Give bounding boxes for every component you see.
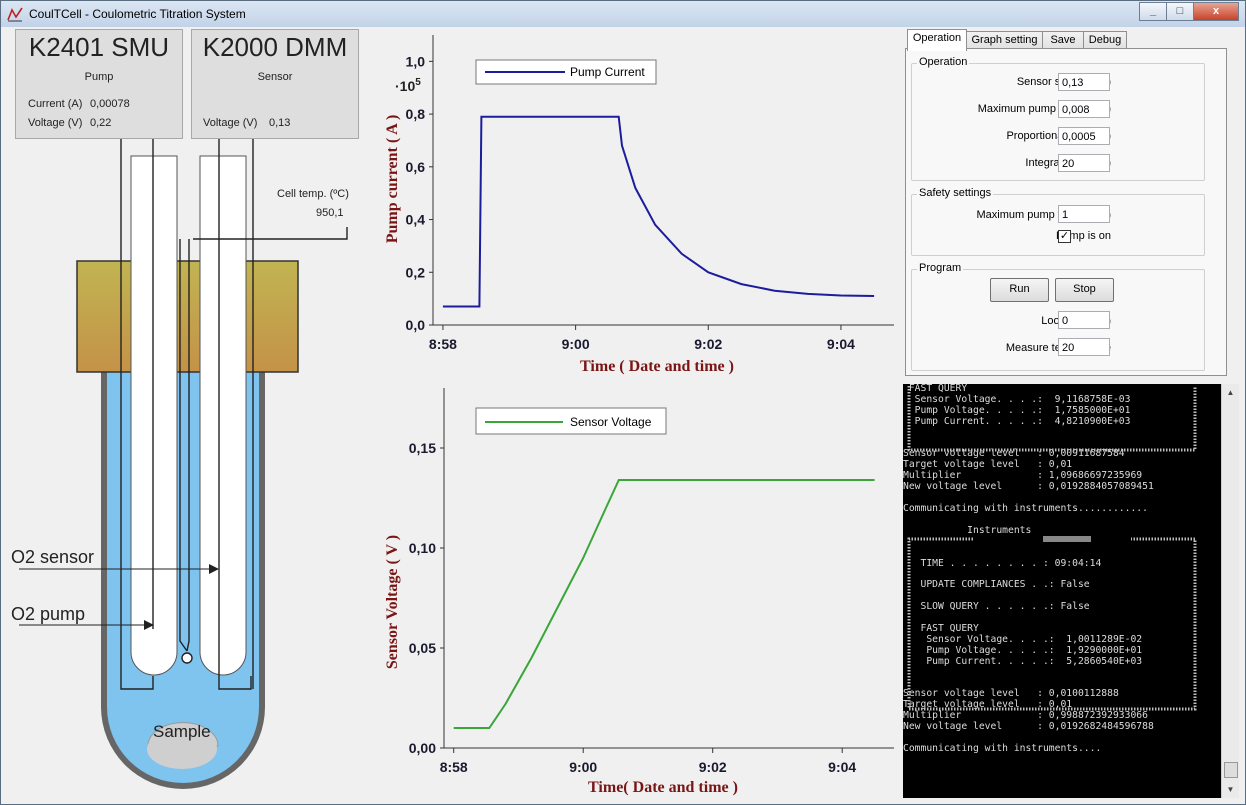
- o2-sensor-label: O2 sensor: [11, 547, 95, 567]
- y-tick-label: 1,0: [406, 53, 426, 69]
- sensor-voltage-graph[interactable]: 0,00 0,05 0,10 0,15 8:58 9:00 9:02 9:04 Sensor…: [367, 385, 897, 798]
- y-tick-label: 0,05: [409, 640, 436, 656]
- program-group-title: Program: [917, 262, 964, 274]
- x-tick-label: 9:00: [562, 336, 590, 352]
- x-tick-label: 8:58: [429, 336, 457, 352]
- run-button[interactable]: Run: [990, 278, 1049, 302]
- cell-diagram: [19, 131, 348, 789]
- app-chart-icon: [7, 7, 23, 22]
- smu-current-value: 0,00078: [90, 98, 130, 110]
- x-tick-label: 9:02: [694, 336, 722, 352]
- dmm-name: K2000 DMM: [202, 32, 348, 62]
- pump-y-label: Pump current ( A ): [384, 115, 401, 244]
- x-tick-label: 9:04: [828, 759, 856, 775]
- pump-tube: [130, 155, 178, 676]
- pump-y-ticks: 0,0 0,2 0,4 0,6 0,8 1,0: [406, 53, 433, 333]
- client-area: K2401 SMU Pump Current (A) 0,00078 Volta…: [7, 27, 1239, 798]
- pump-on-checkbox[interactable]: ✓: [1058, 230, 1071, 243]
- pump-current-series: [442, 115, 875, 308]
- y-tick-label: 0,00: [409, 740, 436, 756]
- dmm-panel: K2000 DMM Sensor Voltage (V) 0,13: [191, 29, 359, 139]
- cell-temp-value: 950,1: [316, 207, 344, 219]
- dmm-voltage-value: 0,13: [269, 117, 291, 129]
- max-pump-current-input[interactable]: 0,008: [1058, 100, 1110, 118]
- scroll-thumb[interactable]: [1224, 762, 1238, 778]
- x-tick-label: 8:58: [440, 759, 468, 775]
- maximize-icon: □: [1176, 5, 1184, 17]
- scroll-up-icon[interactable]: ▲: [1222, 384, 1239, 401]
- operation-group: Operation Sensor setpoint (V) 0,13 Maxim…: [911, 56, 1205, 181]
- smu-current-label: Current (A): [28, 98, 83, 110]
- sensor-y-ticks: 0,00 0,05 0,10 0,15: [409, 440, 444, 756]
- sensor-y-label: Sensor Voltage ( V ): [384, 535, 401, 669]
- y-tick-label: 0,6: [406, 159, 426, 175]
- pump-y-multiplier: ·105: [395, 77, 421, 94]
- program-group: Program Run Stop Loop delay (s) 0 Measur…: [911, 262, 1205, 371]
- y-tick-label: 0,4: [406, 212, 426, 228]
- y-tick-label: 0,8: [406, 106, 426, 122]
- dmm-role: Sensor: [257, 71, 293, 83]
- x-tick-label: 9:02: [699, 759, 727, 775]
- operation-group-title: Operation: [917, 56, 970, 68]
- cell-temp-label: Cell temp. (ºC): [277, 188, 349, 200]
- smu-voltage-value: 0,22: [90, 117, 112, 129]
- y-tick-label: 0,2: [406, 264, 426, 280]
- smu-panel: K2401 SMU Pump Current (A) 0,00078 Volta…: [15, 29, 183, 139]
- y-tick-label: 0,15: [409, 440, 436, 456]
- operation-panel: Operation Sensor setpoint (V) 0,13 Maxim…: [905, 48, 1227, 376]
- loop-delay-input[interactable]: 0: [1058, 311, 1110, 329]
- safety-group-title: Safety settings: [917, 187, 994, 199]
- proportional-band-input[interactable]: 0,0005: [1058, 127, 1110, 145]
- y-tick-label: 0,0: [406, 317, 426, 333]
- pump-x-ticks: 8:58 9:00 9:02 9:04: [429, 325, 855, 352]
- maximize-button[interactable]: □: [1166, 2, 1194, 21]
- measure-temperature-input[interactable]: 20: [1058, 338, 1110, 356]
- minimize-icon: _: [1149, 5, 1157, 17]
- sensor-voltage-series: [453, 479, 875, 729]
- o2-pump-label: O2 pump: [11, 604, 86, 624]
- sensor-x-label: Time( Date and time ): [588, 779, 738, 796]
- sensor-setpoint-input[interactable]: 0,13: [1058, 73, 1110, 91]
- sample-label: Sample: [153, 722, 211, 741]
- pump-current-graph[interactable]: 0,0 0,2 0,4 0,6 0,8 1,0 8:58 9:00 9:02 9:04 ·105…: [367, 27, 897, 379]
- minimize-button[interactable]: _: [1139, 2, 1167, 21]
- pump-legend-label: Pump Current: [570, 65, 645, 79]
- stop-button[interactable]: Stop: [1055, 278, 1114, 302]
- pump-x-label: Time ( Date and time ): [580, 358, 734, 375]
- x-tick-label: 9:00: [569, 759, 597, 775]
- main-window: CoulTCell - Coulometric Titration System…: [0, 0, 1246, 805]
- integral-length-input[interactable]: 20: [1058, 154, 1110, 172]
- dmm-voltage-label: Voltage (V): [203, 117, 258, 129]
- scroll-down-icon[interactable]: ▼: [1222, 781, 1239, 798]
- smu-voltage-label: Voltage (V): [28, 117, 83, 129]
- sensor-legend-label: Sensor Voltage: [570, 415, 652, 429]
- max-pump-voltage-input[interactable]: 1: [1058, 205, 1110, 223]
- safety-group: Safety settings Maximum pump voltage (V)…: [911, 187, 1205, 256]
- console-scrollbar[interactable]: ▲ ▼: [1221, 384, 1239, 798]
- window-title: CoulTCell - Coulometric Titration System: [29, 7, 246, 21]
- sensor-tube: [199, 155, 247, 676]
- tab-operation[interactable]: Operation: [907, 29, 967, 51]
- smu-name: K2401 SMU: [28, 32, 170, 62]
- close-icon: x: [1212, 5, 1220, 17]
- sensor-x-ticks: 8:58 9:00 9:02 9:04: [440, 748, 856, 775]
- debug-console[interactable]: FAST QUERY Sensor Voltage. . . .: 9,1168…: [903, 384, 1221, 798]
- console-frame-art: [907, 386, 1197, 711]
- x-tick-label: 9:04: [827, 336, 855, 352]
- title-bar[interactable]: CoulTCell - Coulometric Titration System…: [1, 1, 1245, 27]
- thermocouple-tip: [181, 652, 193, 664]
- close-button[interactable]: x: [1193, 2, 1239, 21]
- smu-role: Pump: [84, 71, 114, 83]
- y-tick-label: 0,10: [409, 540, 436, 556]
- cell-cap: [76, 260, 299, 373]
